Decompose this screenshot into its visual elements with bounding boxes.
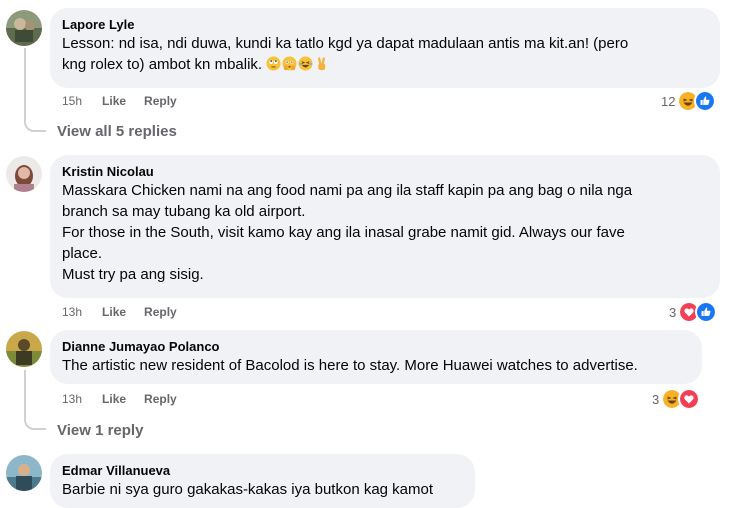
comment-line: branch sa may tubang ka old airport. [62, 203, 306, 220]
like-button[interactable]: Like [102, 304, 126, 320]
comment-timestamp[interactable]: 13h [62, 304, 82, 320]
comment-timestamp[interactable]: 13h [62, 391, 82, 407]
comment-text: Lesson: nd isa, ndi duwa, kundi ka tatlo… [62, 33, 708, 75]
comment-line: The artistic new resident of Bacolod is … [62, 357, 638, 374]
comment-line-text: kng rolex to) ambot kn mbalik. [62, 56, 263, 73]
avatar[interactable] [6, 455, 42, 491]
comment-line: Lesson: nd isa, ndi duwa, kundi ka tatlo… [62, 35, 629, 52]
reply-button[interactable]: Reply [144, 304, 177, 320]
thread-line [24, 48, 26, 120]
reaction-count: 3 [652, 391, 660, 407]
comment-actions: 13h Like Reply [62, 391, 177, 407]
reply-button[interactable]: Reply [144, 391, 177, 407]
comment-line: Masskara Chicken nami na ang food nami p… [62, 182, 633, 199]
comment-line: Must try pa ang sisig. [62, 266, 204, 283]
avatar[interactable] [6, 331, 42, 367]
comment-author[interactable]: Kristin Nicolau [62, 163, 708, 180]
comment-line: place. [62, 245, 103, 262]
thread-line [24, 370, 26, 416]
rolling-eyes-emoji-icon [266, 56, 281, 71]
comment-actions: 15h Like Reply [62, 93, 177, 109]
comment-text: Masskara Chicken nami na ang food nami p… [62, 180, 708, 285]
comment-bubble: Kristin Nicolau Masskara Chicken nami na… [50, 155, 720, 298]
comment-author[interactable]: Edmar Villanueva [62, 462, 463, 479]
thread-connector [24, 118, 46, 132]
like-button[interactable]: Like [102, 391, 126, 407]
like-button[interactable]: Like [102, 93, 126, 109]
reaction-summary[interactable]: 3 [652, 388, 701, 410]
view-replies-link[interactable]: View all 5 replies [57, 123, 177, 140]
comment-text: The artistic new resident of Bacolod is … [62, 355, 690, 376]
reaction-count: 3 [669, 304, 677, 320]
reaction-summary[interactable]: 3 [669, 301, 718, 323]
reply-button[interactable]: Reply [144, 93, 177, 109]
comment-actions: 13h Like Reply [62, 304, 177, 320]
comment-bubble: Lapore Lyle Lesson: nd isa, ndi duwa, ku… [50, 8, 720, 88]
comment-timestamp[interactable]: 15h [62, 93, 82, 109]
comment-author[interactable]: Lapore Lyle [62, 16, 708, 33]
view-replies-link[interactable]: View 1 reply [57, 422, 143, 439]
like-reaction-icon [694, 90, 717, 112]
flushed-hands-emoji-icon [282, 56, 297, 71]
victory-hand-emoji-icon [318, 57, 326, 71]
love-reaction-icon [678, 388, 701, 410]
comment-line: For those in the South, visit kamo kay a… [62, 224, 625, 241]
avatar[interactable] [6, 156, 42, 192]
comment-author[interactable]: Dianne Jumayao Polanco [62, 338, 690, 355]
comment-text: Barbie ni sya guro gakakas-kakas iya but… [62, 479, 463, 500]
reaction-count: 12 [661, 93, 676, 109]
comment-bubble: Dianne Jumayao Polanco The artistic new … [50, 330, 702, 384]
avatar[interactable] [6, 10, 42, 46]
like-reaction-icon [695, 301, 718, 323]
comment-bubble: Edmar Villanueva Barbie ni sya guro gaka… [50, 454, 475, 508]
comment-line: Barbie ni sya guro gakakas-kakas iya but… [62, 481, 434, 498]
comment-line: kng rolex to) ambot kn mbalik. [62, 54, 708, 75]
thread-connector [24, 416, 46, 430]
laughing-emoji-icon [298, 56, 313, 71]
reaction-summary[interactable]: 12 [661, 90, 717, 112]
